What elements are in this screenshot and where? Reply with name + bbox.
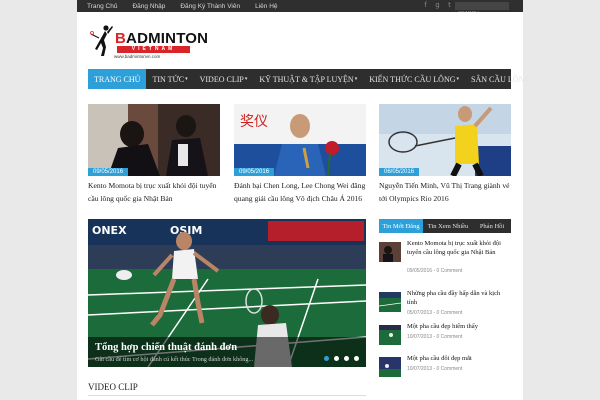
news-card[interactable]: 09/05/2016 Kento Momota bị trục xuất khỏ… xyxy=(88,104,220,205)
slide-title[interactable]: Tổng hợp chiến thuật đánh đơn xyxy=(95,342,237,353)
top-links: Trang Chủ Đăng Nhập Đăng Ký Thành Viên L… xyxy=(87,0,278,12)
tab-latest[interactable]: Tin Mới Đăng xyxy=(379,219,423,233)
chevron-down-icon: ▾ xyxy=(185,76,188,82)
news-card-date: 09/05/2016 xyxy=(234,168,275,176)
chevron-down-icon: ▾ xyxy=(354,76,358,82)
top-link-login[interactable]: Đăng Nhập xyxy=(132,3,165,10)
logo-url: www.badmintonvn.com xyxy=(114,54,161,59)
nav-item-courts[interactable]: SÂN CẦU LÔNG xyxy=(465,69,536,89)
social-links: f g t xyxy=(422,2,453,9)
list-item[interactable]: Những pha cầu đầy hấp dẫn và kịch tính 0… xyxy=(379,290,511,323)
news-card-date: 06/05/2016 xyxy=(379,168,420,176)
news-card-photo: 奖仪 xyxy=(234,104,366,176)
list-item-thumbnail[interactable] xyxy=(379,325,401,345)
nav-item-news[interactable]: TIN TỨC ▾ xyxy=(146,69,193,89)
list-item-thumbnail[interactable] xyxy=(379,357,401,377)
sidebar-tabs: Tin Mới Đăng Tin Xem Nhiều Phản Hồi xyxy=(379,219,511,233)
news-card[interactable]: 06/05/2016 Nguyễn Tiến Minh, Vũ Thị Tran… xyxy=(379,104,511,205)
nav-item-knowledge[interactable]: KIẾN THỨC CẦU LÔNG ▾ xyxy=(363,69,465,89)
list-item-thumbnail[interactable] xyxy=(379,292,401,312)
list-item[interactable]: Kento Momota bị trục xuất khỏi đội tuyển… xyxy=(379,240,511,290)
top-link-home[interactable]: Trang Chủ xyxy=(87,3,117,10)
google-plus-icon[interactable]: g xyxy=(434,2,441,9)
news-card-photo xyxy=(379,104,511,176)
list-item-meta: 10/07/2013 - 0 Comment xyxy=(407,334,463,340)
list-item-meta: 05/07/2013 - 0 Comment xyxy=(407,310,463,316)
news-card-photo xyxy=(88,104,220,176)
list-item-thumbnail[interactable] xyxy=(379,242,401,262)
slider-dots xyxy=(324,356,359,361)
news-card-image[interactable]: 09/05/2016 xyxy=(88,104,220,176)
tab-most-viewed[interactable]: Tin Xem Nhiều xyxy=(423,219,473,233)
facebook-icon[interactable]: f xyxy=(422,2,429,9)
logo-wordmark: BADMINTON xyxy=(115,30,209,47)
search-box xyxy=(455,2,509,18)
news-card-title[interactable]: Đánh bại Chen Long, Lee Chong Wei đăng q… xyxy=(234,180,366,205)
top-link-contact[interactable]: Liên Hệ xyxy=(255,3,277,10)
news-card-image[interactable]: 奖仪 09/05/2016 xyxy=(234,104,366,176)
news-card-title[interactable]: Nguyễn Tiến Minh, Vũ Thị Trang giành vé … xyxy=(379,180,511,205)
news-card-image[interactable]: 06/05/2016 xyxy=(379,104,511,176)
top-bar: Trang Chủ Đăng Nhập Đăng Ký Thành Viên L… xyxy=(77,0,523,18)
list-item-title[interactable]: Một pha cầu đẹp hiếm thấy xyxy=(407,323,511,332)
list-item-meta: 09/05/2016 - 0 Comment xyxy=(407,268,463,274)
list-item[interactable]: Một pha cầu đẹp hiếm thấy 10/07/2013 - 0… xyxy=(379,323,511,355)
list-item[interactable]: Một pha cầu đôi đẹp mắt 10/07/2013 - 0 C… xyxy=(379,355,511,385)
featured-slider[interactable]: ONEX OSIM Tổng hợp chiến thuật đánh đơn … xyxy=(88,219,366,367)
slider-dot[interactable] xyxy=(344,356,349,361)
news-card[interactable]: 奖仪 09/05/2016 Đánh bại Chen Long, Lee Ch… xyxy=(234,104,366,205)
section-divider xyxy=(88,395,366,396)
slider-dot[interactable] xyxy=(334,356,339,361)
svg-text:ONEX: ONEX xyxy=(92,224,127,237)
page: BADMINTON VIETNAM www.badmintonvn.com TR… xyxy=(77,12,530,400)
svg-text:奖仪: 奖仪 xyxy=(240,113,268,130)
slider-dot[interactable] xyxy=(324,356,329,361)
top-link-register[interactable]: Đăng Ký Thành Viên xyxy=(180,3,240,10)
list-item-title[interactable]: Những pha cầu đầy hấp dẫn và kịch tính xyxy=(407,290,511,307)
news-card-title[interactable]: Kento Momota bị trục xuất khỏi đội tuyển… xyxy=(88,180,220,205)
chevron-down-icon: ▾ xyxy=(456,76,460,82)
nav-item-home[interactable]: TRANG CHỦ xyxy=(88,69,147,89)
list-item-title[interactable]: Kento Momota bị trục xuất khỏi đội tuyển… xyxy=(407,240,511,257)
tab-comments[interactable]: Phản Hồi xyxy=(473,219,511,233)
slider-dot[interactable] xyxy=(354,356,359,361)
recent-posts-list: Kento Momota bị trục xuất khỏi đội tuyển… xyxy=(379,240,511,385)
list-item-title[interactable]: Một pha cầu đôi đẹp mắt xyxy=(407,355,511,364)
badminton-player-logo-icon xyxy=(90,25,113,56)
section-title-video: VIDEO CLIP xyxy=(88,382,138,392)
logo-band: VIETNAM xyxy=(117,46,190,53)
slide-excerpt: Gài cầu để tìm cơ hội đánh cú kết thúc T… xyxy=(95,356,254,363)
twitter-icon[interactable]: t xyxy=(446,2,453,9)
site-logo[interactable]: BADMINTON VIETNAM www.badmintonvn.com xyxy=(87,20,208,66)
main-nav: TRANG CHỦ TIN TỨC ▾ VIDEO CLIP ▾ KỸ THUẬT … xyxy=(88,69,530,89)
nav-item-technique[interactable]: KỸ THUẬT & TẬP LUYỆN ▾ xyxy=(253,69,363,89)
nav-item-video[interactable]: VIDEO CLIP ▾ xyxy=(194,69,254,89)
news-card-date: 09/05/2016 xyxy=(88,168,129,176)
chevron-down-icon: ▾ xyxy=(244,76,248,82)
list-item-meta: 10/07/2013 - 0 Comment xyxy=(407,366,463,372)
